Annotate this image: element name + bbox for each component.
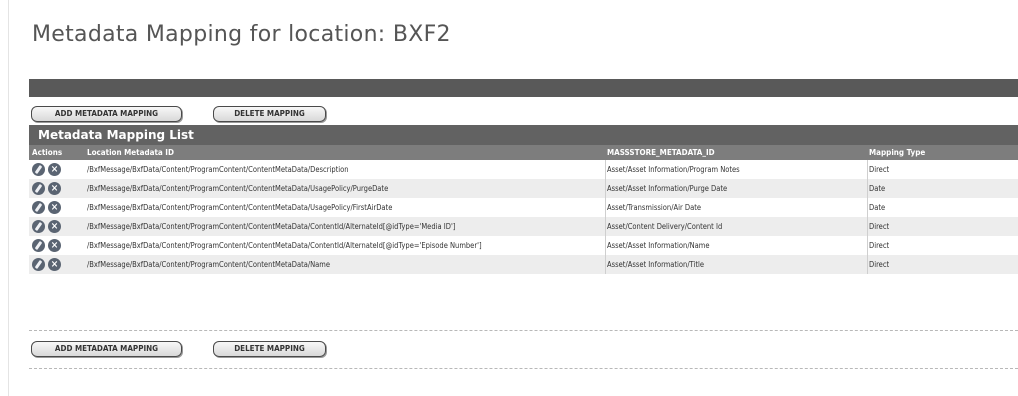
delete-x-icon[interactable]: × bbox=[48, 258, 61, 271]
mapping-type-cell: Date bbox=[869, 203, 886, 212]
massstore-id-cell: Asset/Asset Information/Purge Date bbox=[607, 184, 728, 193]
massstore-id-cell: Asset/Content Delivery/Content Id bbox=[607, 222, 723, 231]
pencil-edit-icon[interactable] bbox=[32, 239, 45, 252]
delete-x-icon[interactable]: × bbox=[48, 201, 61, 214]
delete-x-icon[interactable]: × bbox=[48, 239, 61, 252]
table-row: × /BxfMessage/BxfData/Content/ProgramCon… bbox=[29, 179, 1018, 198]
location-id-cell: /BxfMessage/BxfData/Content/ProgramConte… bbox=[87, 164, 349, 174]
mapping-table-body: × /BxfMessage/BxfData/Content/ProgramCon… bbox=[29, 160, 1018, 274]
delete-x-icon[interactable]: × bbox=[48, 163, 61, 176]
mapping-type-cell: Date bbox=[869, 184, 886, 193]
column-header-actions: Actions bbox=[32, 148, 63, 157]
table-row: × /BxfMessage/BxfData/Content/ProgramCon… bbox=[29, 160, 1018, 179]
pencil-edit-icon[interactable] bbox=[32, 163, 45, 176]
mapping-type-cell: Direct bbox=[869, 222, 890, 231]
pencil-edit-icon[interactable] bbox=[32, 258, 45, 271]
location-id-cell: /BxfMessage/BxfData/Content/ProgramConte… bbox=[87, 240, 482, 250]
delete-mapping-button[interactable]: DELETE MAPPING bbox=[213, 341, 326, 357]
delete-x-icon[interactable]: × bbox=[48, 220, 61, 233]
table-row: × /BxfMessage/BxfData/Content/ProgramCon… bbox=[29, 198, 1018, 217]
table-row: × /BxfMessage/BxfData/Content/ProgramCon… bbox=[29, 217, 1018, 236]
massstore-id-cell: Asset/Asset Information/Program Notes bbox=[607, 165, 740, 174]
massstore-id-cell: Asset/Transmission/Air Date bbox=[607, 203, 701, 212]
column-header-location-id[interactable]: Location Metadata ID bbox=[87, 145, 174, 160]
location-id-cell: /BxfMessage/BxfData/Content/ProgramConte… bbox=[87, 221, 456, 231]
mapping-type-cell: Direct bbox=[869, 241, 890, 250]
mapping-type-cell: Direct bbox=[869, 260, 890, 269]
delete-mapping-button[interactable]: DELETE MAPPING bbox=[213, 106, 326, 122]
mapping-type-cell: Direct bbox=[869, 165, 890, 174]
mapping-list-title: Metadata Mapping List bbox=[29, 125, 1018, 145]
massstore-id-cell: Asset/Asset Information/Title bbox=[607, 260, 705, 269]
table-row: × /BxfMessage/BxfData/Content/ProgramCon… bbox=[29, 255, 1018, 274]
location-id-cell: /BxfMessage/BxfData/Content/ProgramConte… bbox=[87, 183, 389, 193]
column-header-massstore-id[interactable]: MASSSTORE_METADATA_ID bbox=[607, 145, 715, 160]
add-metadata-mapping-button[interactable]: ADD METADATA MAPPING bbox=[31, 341, 182, 357]
table-row: × /BxfMessage/BxfData/Content/ProgramCon… bbox=[29, 236, 1018, 255]
add-metadata-mapping-button[interactable]: ADD METADATA MAPPING bbox=[31, 106, 182, 122]
section-divider bbox=[29, 368, 1018, 369]
massstore-id-cell: Asset/Asset Information/Name bbox=[607, 241, 710, 250]
page-left-border bbox=[8, 0, 9, 396]
pencil-edit-icon[interactable] bbox=[32, 182, 45, 195]
table-header-row: Actions Location Metadata ID MASSSTORE_M… bbox=[29, 145, 1018, 160]
page-title: Metadata Mapping for location: BXF2 bbox=[32, 22, 451, 47]
pencil-edit-icon[interactable] bbox=[32, 220, 45, 233]
pencil-edit-icon[interactable] bbox=[32, 201, 45, 214]
column-header-mapping-type[interactable]: Mapping Type bbox=[869, 145, 925, 160]
location-id-cell: /BxfMessage/BxfData/Content/ProgramConte… bbox=[87, 259, 331, 269]
delete-x-icon[interactable]: × bbox=[48, 182, 61, 195]
section-divider bbox=[29, 330, 1018, 331]
location-id-cell: /BxfMessage/BxfData/Content/ProgramConte… bbox=[87, 202, 393, 212]
top-toolbar-bar bbox=[29, 79, 1018, 97]
